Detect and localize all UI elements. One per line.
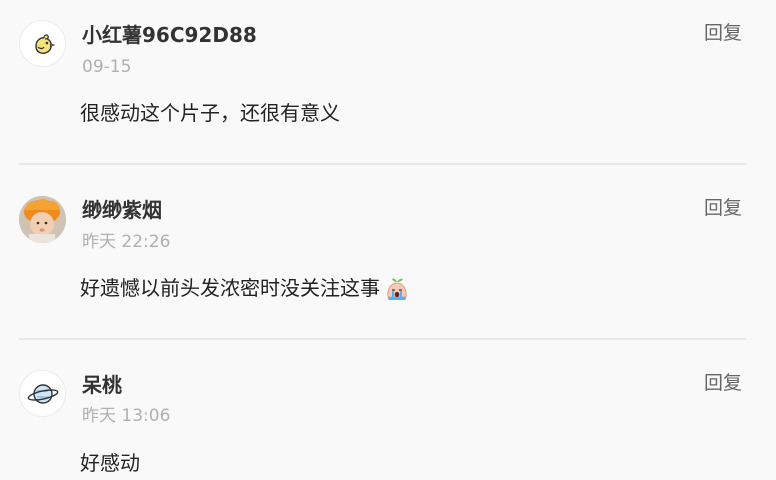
timestamp: 昨天 22:26: [82, 232, 171, 252]
timestamp: 09-15: [82, 57, 132, 77]
comment-text[interactable]: 好遗憾以前头发浓密时没关注这事: [80, 275, 410, 301]
username[interactable]: 缈缈紫烟: [82, 198, 162, 222]
crying-sprout-emoji: [387, 278, 407, 300]
comment-list: 小红薯96C92D88 回复 09-15 很感动这个片子，还很有意义 缈缈紫烟 …: [0, 0, 776, 480]
comment-text-content: 好感动: [80, 451, 140, 475]
timestamp: 昨天 13:06: [82, 406, 171, 426]
comment-text-content: 好遗憾以前头发浓密时没关注这事: [80, 276, 380, 300]
divider: [19, 163, 746, 165]
planet-icon: [27, 383, 58, 404]
avatar[interactable]: [19, 370, 66, 417]
divider: [19, 338, 746, 340]
avatar[interactable]: [19, 20, 66, 67]
comment-text-content: 很感动这个片子，还很有意义: [80, 101, 340, 125]
comment-text[interactable]: 好感动: [80, 450, 140, 476]
username[interactable]: 呆桃: [82, 373, 122, 397]
reply-button[interactable]: 回复: [704, 371, 742, 395]
comment-text[interactable]: 很感动这个片子，还很有意义: [80, 100, 340, 126]
reply-button[interactable]: 回复: [704, 196, 742, 220]
child-photo: [19, 196, 66, 243]
avatar[interactable]: [19, 196, 66, 243]
username[interactable]: 小红薯96C92D88: [82, 23, 257, 47]
chick-icon: [34, 33, 55, 54]
reply-button[interactable]: 回复: [704, 21, 742, 45]
